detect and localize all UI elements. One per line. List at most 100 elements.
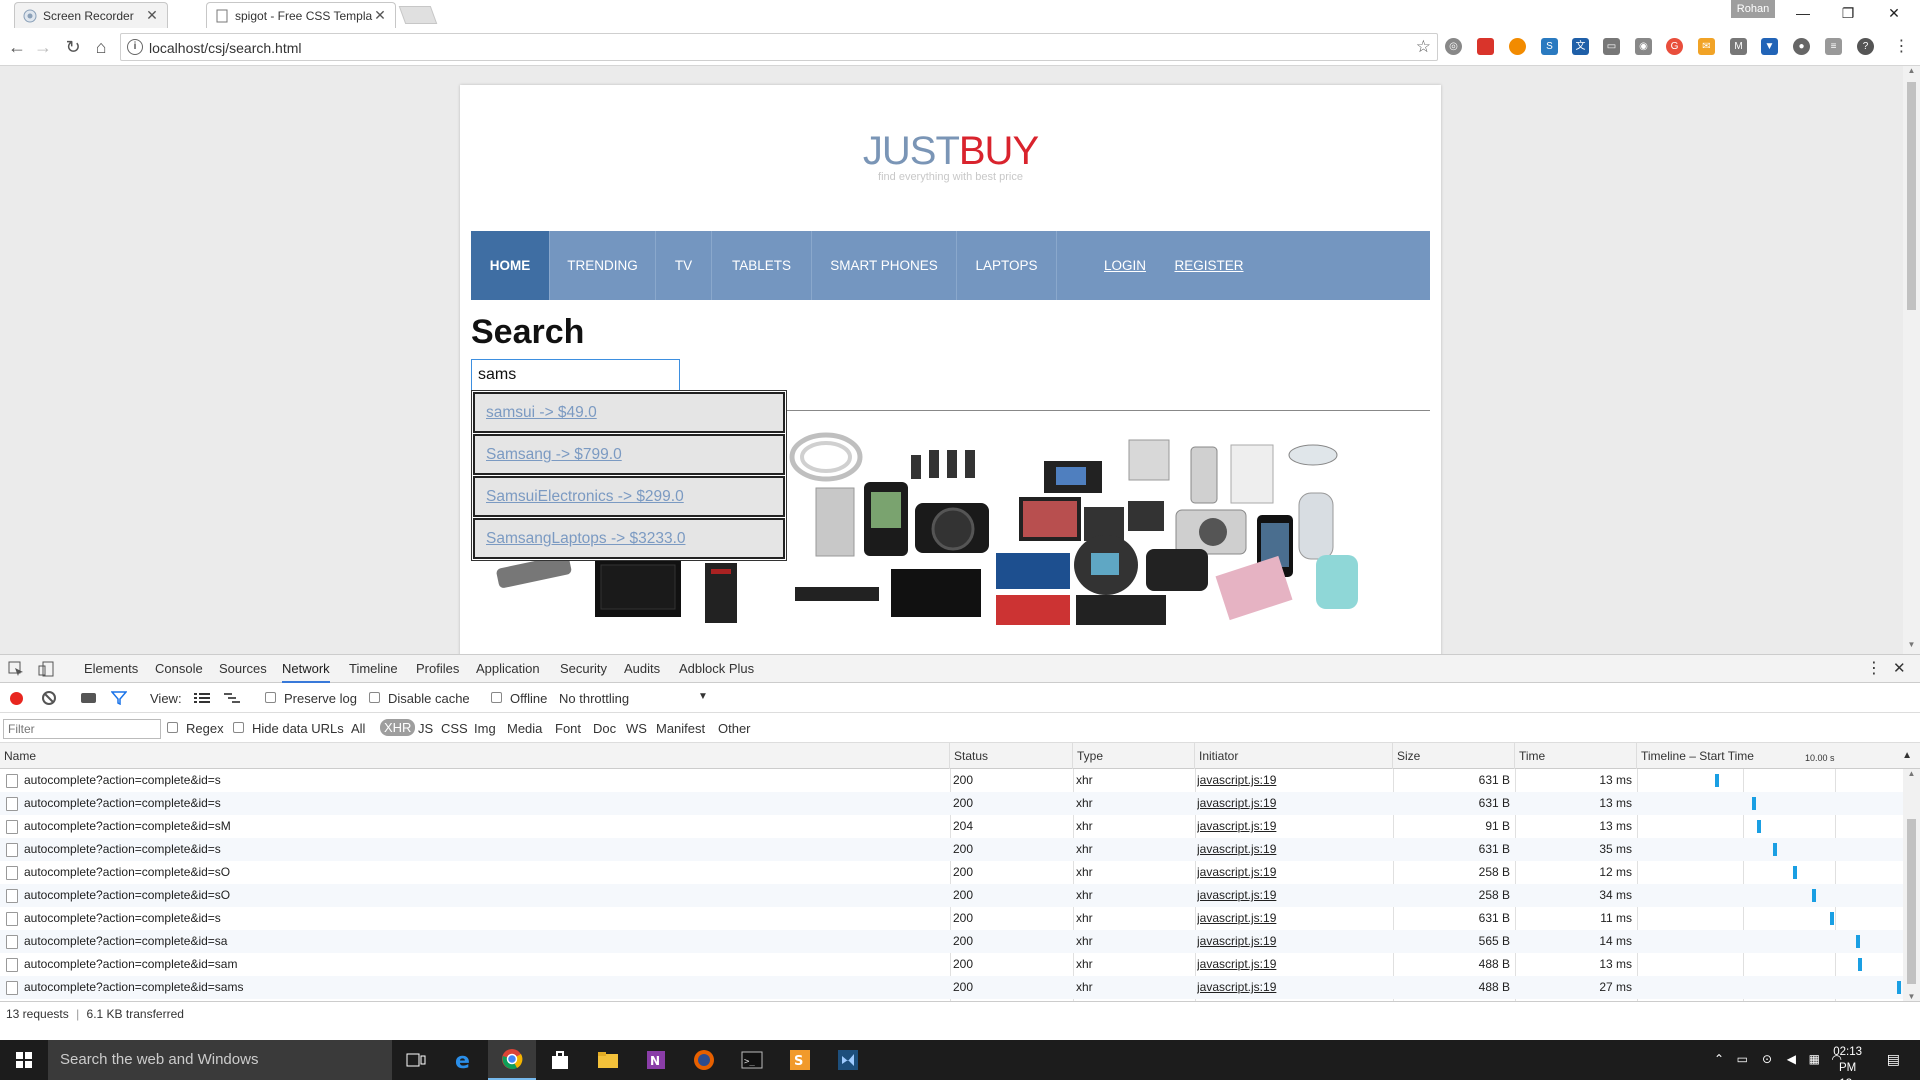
windows-start-icon[interactable] (0, 1040, 48, 1080)
visual-studio-icon[interactable] (824, 1040, 872, 1080)
extension-tool-icon[interactable]: ≡ (1825, 38, 1842, 55)
extension-drop-icon[interactable]: ▼ (1761, 38, 1778, 55)
request-initiator-link[interactable]: javascript.js:19 (1197, 769, 1387, 792)
site-logo[interactable]: JUSTBUY find everything with best price (460, 129, 1441, 183)
scrollbar-thumb[interactable] (1907, 819, 1916, 984)
request-initiator-link[interactable]: javascript.js:19 (1197, 976, 1387, 999)
request-row[interactable]: autocomplete?action=complete&id=sams 200 x… (0, 976, 1903, 999)
filter-all[interactable]: All (351, 721, 365, 736)
forward-icon[interactable]: → (30, 34, 56, 60)
throttling-select[interactable]: No throttling (559, 691, 629, 706)
request-initiator-link[interactable]: javascript.js:19 (1197, 815, 1387, 838)
extension-box-icon[interactable]: ✉ (1698, 38, 1715, 55)
browser-tab-spigot[interactable]: spigot - Free CSS Templa ✕ (206, 2, 396, 28)
request-row[interactable]: autocomplete?action=complete&id=s 200 xhr j… (0, 907, 1903, 930)
column-time[interactable]: Time (1515, 743, 1637, 769)
offline-checkbox[interactable] (491, 692, 502, 703)
filter-css[interactable]: CSS (441, 721, 468, 736)
request-initiator-link[interactable]: javascript.js:19 (1197, 953, 1387, 976)
scroll-down-icon[interactable]: ▼ (1903, 992, 1920, 1001)
taskbar-search[interactable]: Search the web and Windows (48, 1040, 392, 1080)
nav-login[interactable]: LOGIN (1095, 231, 1155, 300)
nav-trending[interactable]: TRENDING (550, 231, 656, 300)
large-rows-icon[interactable] (194, 692, 210, 704)
request-initiator-link[interactable]: javascript.js:19 (1197, 884, 1387, 907)
filter-doc[interactable]: Doc (593, 721, 616, 736)
devtools-tab-elements[interactable]: Elements (84, 655, 138, 683)
extension-red-icon[interactable] (1477, 38, 1494, 55)
hide-data-urls-checkbox[interactable] (233, 722, 244, 733)
devtools-tab-audits[interactable]: Audits (624, 655, 660, 683)
inspect-element-icon[interactable] (8, 655, 28, 683)
devtools-tab-network[interactable]: Network (282, 655, 330, 683)
request-row[interactable]: autocomplete?action=complete&id=s 200 xhr j… (0, 838, 1903, 861)
nav-laptops[interactable]: LAPTOPS (957, 231, 1057, 300)
request-initiator-link[interactable]: javascript.js:19 (1197, 907, 1387, 930)
devtools-tab-sources[interactable]: Sources (219, 655, 267, 683)
devtools-tab-security[interactable]: Security (560, 655, 607, 683)
devtools-tab-profiles[interactable]: Profiles (416, 655, 459, 683)
window-close-icon[interactable]: ✕ (1872, 0, 1916, 28)
filter-icon[interactable] (110, 691, 128, 706)
extension-abp-icon[interactable]: ◎ (1445, 38, 1462, 55)
camera-icon[interactable]: ◉ (1635, 38, 1652, 55)
terminal-icon[interactable]: >_ (728, 1040, 776, 1080)
taskbar-clock[interactable]: 02:13 PM 13-11-2016 (1833, 1044, 1862, 1080)
filter-img[interactable]: Img (474, 721, 496, 736)
onenote-icon[interactable]: N (632, 1040, 680, 1080)
column-status[interactable]: Status (950, 743, 1073, 769)
nav-tv[interactable]: TV (656, 231, 712, 300)
preserve-log-checkbox[interactable] (265, 692, 276, 703)
request-row[interactable]: autocomplete?action=complete&id=sa 200 xhr… (0, 930, 1903, 953)
address-bar[interactable]: i localhost/csj/search.html ☆ (120, 33, 1438, 61)
screenshot-camera-icon[interactable] (81, 693, 96, 703)
extension-translate-icon[interactable]: 文 (1572, 38, 1589, 55)
filter-xhr[interactable]: XHR (380, 719, 416, 736)
nav-home[interactable]: HOME (471, 231, 550, 300)
sort-arrow-icon[interactable]: ▲ (1902, 743, 1912, 769)
filter-font[interactable]: Font (555, 721, 581, 736)
request-row[interactable]: autocomplete?action=complete&id=s 200 xhr j… (0, 769, 1903, 792)
extension-m-icon[interactable]: M (1730, 38, 1747, 55)
battery-icon[interactable]: ▭ (1737, 1052, 1748, 1066)
extension-g-icon[interactable]: G (1666, 38, 1683, 55)
filter-ws[interactable]: WS (626, 721, 647, 736)
extension-s-icon[interactable]: S (1541, 38, 1558, 55)
request-initiator-link[interactable]: javascript.js:19 (1197, 838, 1387, 861)
request-row[interactable]: autocomplete?action=complete&id=s 200 xhr j… (0, 792, 1903, 815)
cast-icon[interactable]: ▭ (1603, 38, 1620, 55)
suggestion-item[interactable]: SamsangLaptops -> $3233.0 (473, 518, 785, 559)
chrome-icon[interactable] (488, 1040, 536, 1080)
minimize-icon[interactable]: — (1781, 0, 1825, 28)
home-icon[interactable]: ⌂ (88, 34, 114, 60)
request-row[interactable]: autocomplete?action=complete&id=sam 200 xh… (0, 953, 1903, 976)
devtools-tab-console[interactable]: Console (155, 655, 203, 683)
suggestion-item[interactable]: Samsang -> $799.0 (473, 434, 785, 475)
request-initiator-link[interactable]: javascript.js:19 (1197, 930, 1387, 953)
profile-button[interactable]: Rohan (1731, 0, 1775, 18)
sublime-icon[interactable]: S (776, 1040, 824, 1080)
devtools-menu-icon[interactable]: ⋮ (1866, 655, 1882, 683)
volume-icon[interactable]: ◀ (1787, 1052, 1796, 1066)
request-row[interactable]: autocomplete?action=complete&id=sO 200 xhr… (0, 861, 1903, 884)
menu-dots-icon[interactable]: ⋮ (1893, 38, 1910, 55)
scroll-up-icon[interactable]: ▲ (1903, 769, 1920, 778)
tray-chevron-icon[interactable]: ⌃ (1714, 1052, 1724, 1066)
filter-other[interactable]: Other (718, 721, 751, 736)
new-tab-button[interactable] (398, 6, 438, 24)
keyboard-icon[interactable]: ▦ (1809, 1052, 1820, 1066)
clear-icon[interactable] (42, 691, 56, 705)
suggestion-item[interactable]: SamsuiElectronics -> $299.0 (473, 476, 785, 517)
devtools-tab-application[interactable]: Application (476, 655, 540, 683)
close-icon[interactable]: ✕ (145, 7, 159, 24)
scrollbar-thumb[interactable] (1907, 82, 1916, 310)
devtools-tab-adblock-plus[interactable]: Adblock Plus (679, 655, 754, 683)
store-icon[interactable] (536, 1040, 584, 1080)
column-initiator[interactable]: Initiator (1195, 743, 1393, 769)
column-size[interactable]: Size (1393, 743, 1515, 769)
task-view-icon[interactable] (392, 1040, 440, 1080)
info-icon[interactable]: i (127, 39, 143, 55)
request-initiator-link[interactable]: javascript.js:19 (1197, 792, 1387, 815)
request-row[interactable]: autocomplete?action=complete&id=sO 200 xhr… (0, 884, 1903, 907)
restore-icon[interactable]: ❐ (1826, 0, 1870, 28)
